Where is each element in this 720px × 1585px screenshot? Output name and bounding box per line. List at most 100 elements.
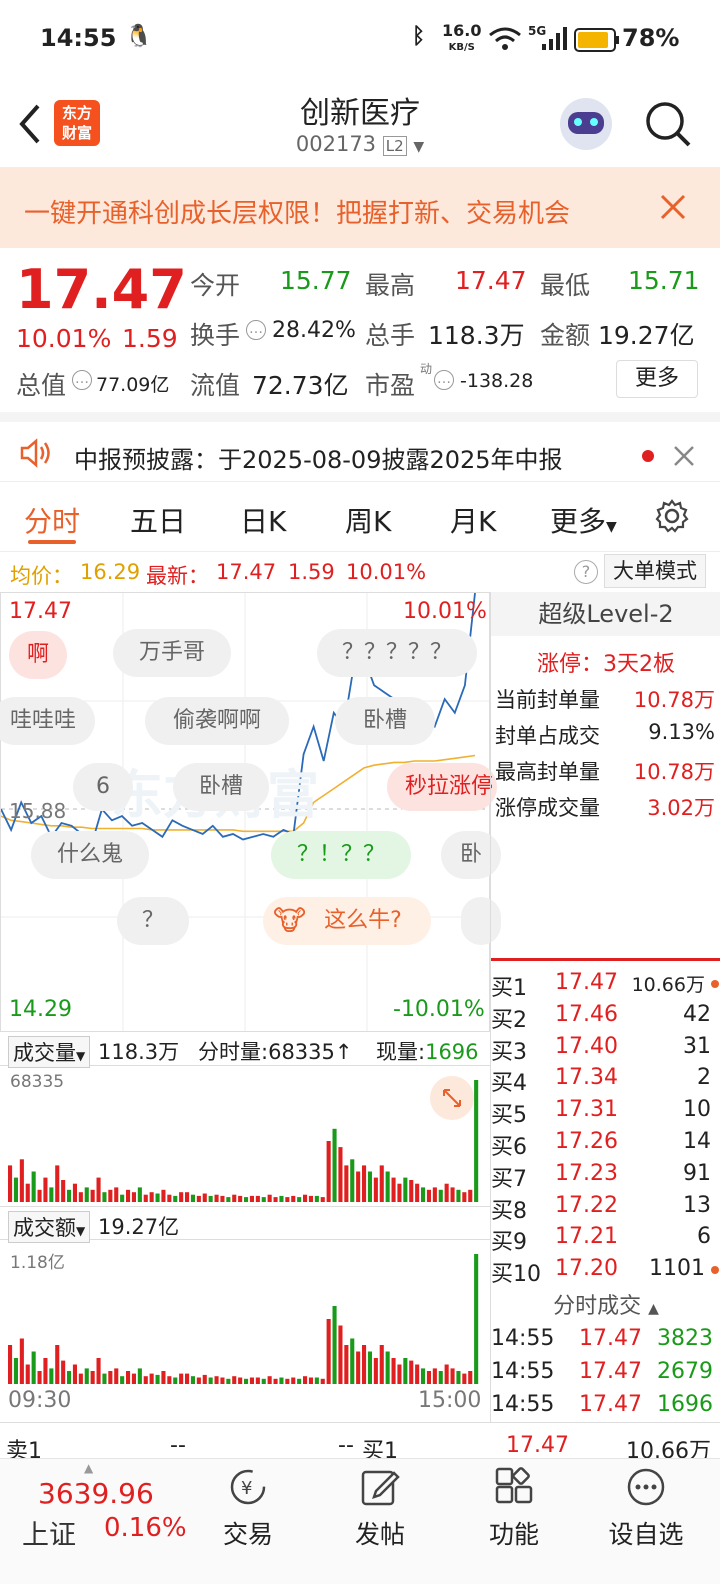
comment-bubble[interactable]: 🐮 这么牛? xyxy=(263,897,431,945)
volume-bar xyxy=(367,1351,372,1384)
promo-text: 一键开通科创成长层权限！把握打新、交易机会 xyxy=(24,199,571,229)
volume-bar xyxy=(438,1189,443,1202)
volume-bar xyxy=(232,1194,237,1202)
chart-top-pct: 10.01% xyxy=(403,599,487,624)
ai-assistant-icon[interactable] xyxy=(560,98,612,150)
volume-bar xyxy=(108,1371,113,1384)
settings-gear-icon[interactable] xyxy=(654,498,690,534)
bid-row[interactable]: 买6 17.26 14 xyxy=(491,1129,720,1161)
bid-level: 买10 xyxy=(491,1262,541,1288)
tab-five-day[interactable]: 五日 xyxy=(130,500,186,540)
volume-bar xyxy=(444,1183,449,1202)
bid-price: 17.40 xyxy=(555,1033,618,1059)
chart-bottom-pct: -10.01% xyxy=(393,997,485,1022)
index-ticker[interactable]: ▲ 3639.96 上证 0.16% xyxy=(0,1459,200,1585)
volume-bar xyxy=(438,1371,443,1384)
volume-bar xyxy=(426,1189,431,1202)
big-order-mode-button[interactable]: 大单模式 xyxy=(604,554,706,588)
caret-down-icon: ▼ xyxy=(76,1049,86,1063)
amount-indicator-select[interactable]: 成交额▼ xyxy=(8,1211,91,1243)
info-icon[interactable]: … xyxy=(246,320,266,340)
trades-title[interactable]: 分时成交 ▲ xyxy=(491,1288,720,1320)
nav-functions[interactable]: 功能 xyxy=(454,1459,574,1585)
volume-bar xyxy=(214,1376,219,1384)
bid-row[interactable]: 买7 17.23 91 xyxy=(491,1161,720,1193)
bottom-nav: ▲ 3639.96 上证 0.16% ¥ 交易 发帖 功能 设自选 xyxy=(0,1458,720,1584)
bid-row[interactable]: 买5 17.31 10 xyxy=(491,1097,720,1129)
bid-row[interactable]: 买10 17.20 1101 xyxy=(491,1256,720,1288)
volume-bars xyxy=(8,1080,479,1202)
tab-monthly-k[interactable]: 月K xyxy=(450,500,496,540)
bid-row[interactable]: 买3 17.40 31 xyxy=(491,1034,720,1066)
comment-bubble[interactable]: 什么鬼 xyxy=(31,831,149,879)
announcement-bar[interactable]: 中报预披露：于2025-08-09披露2025年中报 xyxy=(0,412,720,482)
volume-indicator-select[interactable]: 成交量▼ xyxy=(8,1036,91,1068)
bid-row[interactable]: 买9 17.21 6 xyxy=(491,1224,720,1256)
close-icon[interactable] xyxy=(660,194,686,220)
stock-code-selector[interactable]: 002173 L2 ▼ xyxy=(230,132,490,156)
volume-bar xyxy=(25,1183,30,1202)
bid-price: 17.47 xyxy=(555,970,618,995)
tab-weekly-k[interactable]: 周K xyxy=(345,500,391,540)
bid-row[interactable]: 买1 17.47 10.66万 xyxy=(491,970,720,1002)
comment-bubble[interactable]: 哇哇哇 xyxy=(0,697,95,745)
time-start: 09:30 xyxy=(8,1388,72,1413)
tab-more[interactable]: 更多▼ xyxy=(550,500,617,540)
volume-bar xyxy=(385,1351,390,1384)
tab-intraday[interactable]: 分时 xyxy=(24,500,80,540)
comment-bubble[interactable]: 秒拉涨停 xyxy=(387,763,497,811)
ask1-price: -- xyxy=(170,1433,186,1458)
seal-stat-row: 最高封单量 10.78万 xyxy=(495,760,715,784)
comment-bubble[interactable]: 6 xyxy=(73,763,133,811)
promo-banner[interactable]: 一键开通科创成长层权限！把握打新、交易机会 xyxy=(0,168,720,248)
bid-row[interactable]: 买8 17.22 13 xyxy=(491,1193,720,1225)
comment-bubble[interactable]: 啊 xyxy=(9,631,68,679)
latest-value: 17.47 xyxy=(216,560,277,584)
bid-row[interactable]: 买2 17.46 42 xyxy=(491,1002,720,1034)
close-icon[interactable] xyxy=(674,446,694,466)
comment-bubble[interactable]: 偷袭啊啊 xyxy=(145,697,289,745)
volume-bar xyxy=(409,1180,414,1202)
volume-bar xyxy=(314,1377,319,1384)
mktcap-value: 77.09亿 xyxy=(96,374,170,396)
volume-bar xyxy=(167,1376,172,1384)
comment-bubble[interactable]: 万手哥 xyxy=(113,629,231,677)
volume-bar xyxy=(350,1338,355,1384)
volume-bar xyxy=(379,1345,384,1384)
chart-top-price: 17.47 xyxy=(9,599,72,624)
volume-bar xyxy=(279,1195,284,1202)
comment-bubble[interactable]: 卧槽 xyxy=(173,763,269,811)
volume-bar xyxy=(120,1194,125,1202)
more-button[interactable]: 更多 xyxy=(616,360,698,398)
intraday-chart[interactable]: 东方财富 17.47 10.01% 14.29 -10.01% 15.88 S … xyxy=(0,592,501,1032)
info-icon[interactable]: … xyxy=(434,370,454,390)
help-icon[interactable]: ? xyxy=(574,560,598,584)
seal-stat-row: 封单占成交 9.13% xyxy=(495,720,715,748)
bid-price: 17.31 xyxy=(555,1097,618,1123)
bid-level: 买3 xyxy=(491,1039,527,1065)
trade-volume: 3823 xyxy=(657,1326,713,1351)
comment-bubble[interactable]: ？！？？ xyxy=(271,831,411,879)
volume-bar xyxy=(249,1377,254,1384)
comment-bubble[interactable]: ？ xyxy=(117,897,189,945)
nav-add-watchlist[interactable]: 设自选 xyxy=(586,1459,706,1585)
volume-bar xyxy=(326,1141,331,1202)
nav-trade[interactable]: ¥ 交易 xyxy=(188,1459,308,1585)
level2-title[interactable]: 超级Level-2 xyxy=(491,592,720,636)
comment-bubble[interactable]: ？？？？？ xyxy=(317,629,477,677)
comment-bubble[interactable]: 卧槽 xyxy=(335,697,435,745)
info-icon[interactable]: … xyxy=(72,370,92,390)
search-icon[interactable] xyxy=(644,100,692,148)
bid1-price: 17.47 xyxy=(506,1433,569,1458)
volume-bar xyxy=(362,1345,367,1384)
back-icon[interactable] xyxy=(18,104,42,144)
wifi-icon xyxy=(489,27,521,50)
volume-bar xyxy=(190,1194,195,1202)
volume-bar xyxy=(238,1377,243,1384)
nav-post[interactable]: 发帖 xyxy=(320,1459,440,1585)
tab-daily-k[interactable]: 日K xyxy=(240,500,286,540)
volume-bar xyxy=(96,1358,101,1384)
open-value: 15.77 xyxy=(280,266,352,295)
bid-row[interactable]: 买4 17.34 2 xyxy=(491,1065,720,1097)
eastmoney-logo[interactable]: 东方 财富 xyxy=(54,100,100,146)
